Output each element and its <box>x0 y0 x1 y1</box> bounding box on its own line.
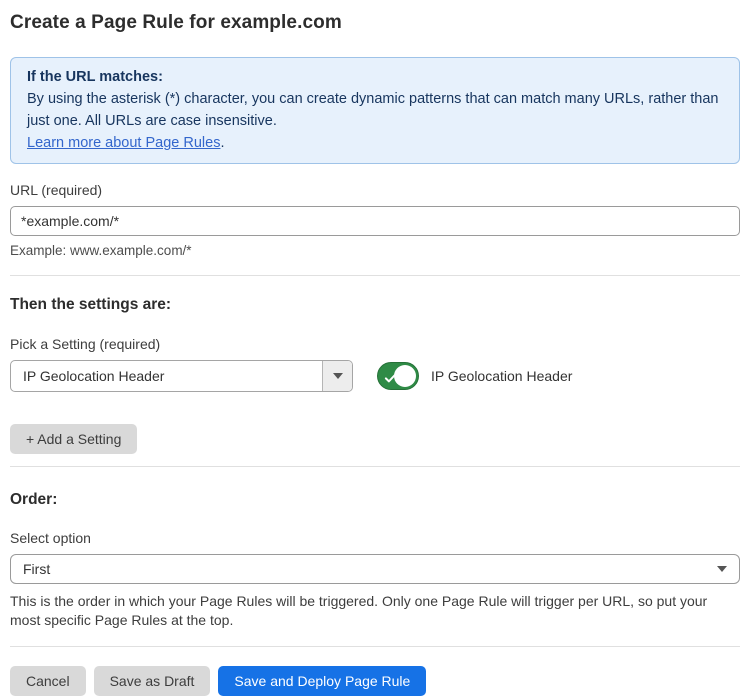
url-match-info-box: If the URL matches: By using the asteris… <box>10 57 740 164</box>
url-field-label: URL (required) <box>10 182 740 198</box>
toggle-knob <box>394 365 416 387</box>
save-as-draft-button[interactable]: Save as Draft <box>94 666 211 696</box>
setting-row: IP Geolocation Header IP Geolocation Hea… <box>10 360 740 392</box>
chevron-down-icon <box>717 566 727 572</box>
divider <box>10 646 740 647</box>
order-select[interactable]: First <box>10 554 740 584</box>
info-box-heading: If the URL matches: <box>27 66 723 88</box>
divider <box>10 275 740 276</box>
setting-select-value: IP Geolocation Header <box>11 361 322 391</box>
settings-section-heading: Then the settings are: <box>10 296 740 314</box>
order-help-text: This is the order in which your Page Rul… <box>10 592 740 630</box>
cancel-button[interactable]: Cancel <box>10 666 86 696</box>
divider <box>10 466 740 467</box>
add-setting-button[interactable]: + Add a Setting <box>10 424 137 454</box>
info-box-body: By using the asterisk (*) character, you… <box>27 88 723 132</box>
setting-select[interactable]: IP Geolocation Header <box>10 360 353 392</box>
setting-select-arrow-button[interactable] <box>322 361 352 391</box>
info-box-link-line: Learn more about Page Rules. <box>27 132 723 154</box>
page-title: Create a Page Rule for example.com <box>10 12 740 34</box>
order-section-heading: Order: <box>10 491 740 509</box>
ip-geolocation-toggle[interactable] <box>377 362 419 390</box>
chevron-down-icon <box>333 373 343 379</box>
link-period: . <box>220 135 224 151</box>
url-example-hint: Example: www.example.com/* <box>10 243 740 258</box>
learn-more-link[interactable]: Learn more about Page Rules <box>27 135 220 151</box>
footer-actions: Cancel Save as Draft Save and Deploy Pag… <box>10 666 740 696</box>
toggle-label: IP Geolocation Header <box>431 368 572 384</box>
pick-setting-label: Pick a Setting (required) <box>10 336 740 352</box>
order-select-label: Select option <box>10 530 740 546</box>
save-and-deploy-button[interactable]: Save and Deploy Page Rule <box>218 666 426 696</box>
order-select-value: First <box>23 561 50 577</box>
url-input[interactable] <box>10 206 740 236</box>
page-rule-form: Create a Page Rule for example.com If th… <box>0 0 750 696</box>
